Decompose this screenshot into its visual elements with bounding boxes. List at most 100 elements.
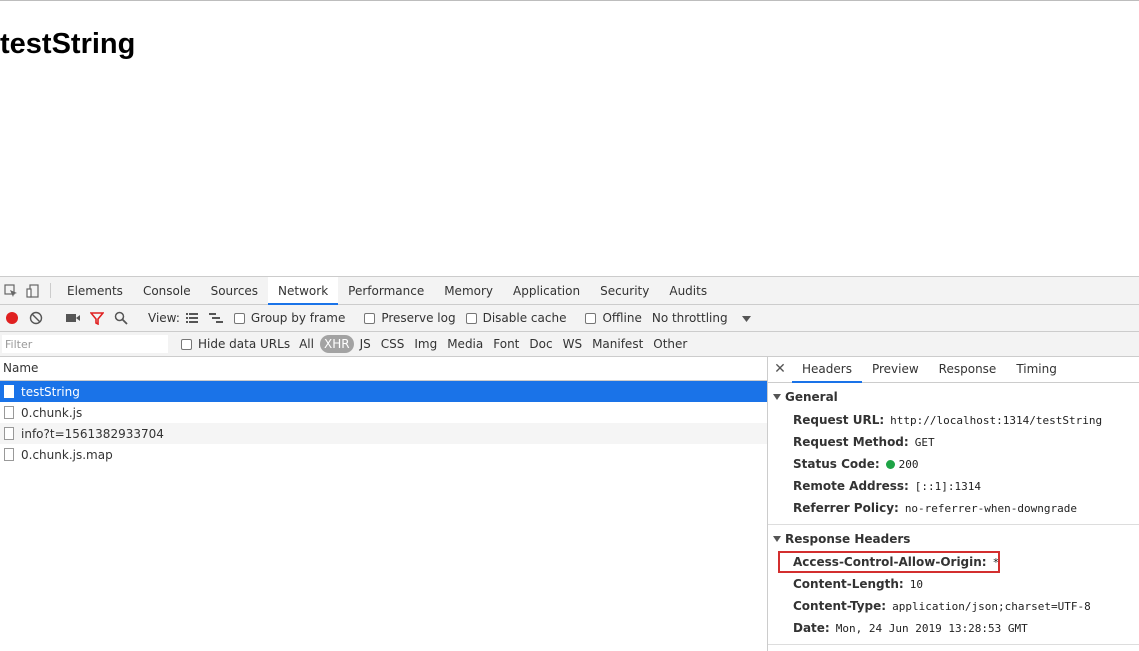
search-icon[interactable] [109, 305, 133, 331]
tab-security[interactable]: Security [590, 277, 659, 304]
request-name: 0.chunk.js.map [21, 447, 113, 462]
request-row[interactable]: info?t=1561382933704 [0, 423, 767, 444]
header-value: GET [914, 435, 935, 449]
tab-performance[interactable]: Performance [338, 277, 434, 304]
file-icon [4, 448, 14, 461]
request-name: 0.chunk.js [21, 405, 83, 420]
hide-data-urls-checkbox[interactable]: Hide data URLs [181, 337, 290, 351]
offline-checkbox[interactable]: Offline [585, 311, 642, 325]
highlight-annotation-box [778, 551, 1000, 573]
file-icon [4, 427, 14, 440]
checkbox-box[interactable] [181, 338, 192, 350]
header-row: Referrer Policy: no-referrer-when-downgr… [768, 497, 1139, 519]
group-by-frame-checkbox[interactable]: Group by frame [233, 311, 346, 325]
response-headers-toggle[interactable]: Response Headers [768, 532, 1139, 546]
header-value: Mon, 24 Jun 2019 13:28:53 GMT [835, 621, 1028, 635]
page-heading: testString [0, 28, 136, 60]
tab-network[interactable]: Network [268, 277, 339, 305]
file-icon [4, 406, 14, 419]
preserve-log-checkbox[interactable]: Preserve log [364, 311, 456, 325]
tab-elements[interactable]: Elements [57, 277, 133, 304]
checkbox-box[interactable] [364, 312, 376, 324]
header-value: application/json;charset=UTF-8 [892, 599, 1091, 613]
checkbox-box[interactable] [585, 312, 597, 324]
type-filter-all[interactable]: All [295, 335, 318, 353]
header-row: Content-Length: 10 [768, 573, 1139, 595]
disable-cache-checkbox[interactable]: Disable cache [465, 311, 567, 325]
type-filter-img[interactable]: Img [410, 335, 441, 353]
devtools-tabbar: Elements Console Sources Network Perform… [0, 277, 1139, 305]
tab-sources[interactable]: Sources [201, 277, 268, 304]
throttling-select[interactable]: No throttling [652, 311, 751, 325]
request-name: info?t=1561382933704 [21, 426, 164, 441]
header-row: Status Code: 200 [768, 453, 1139, 475]
tab-memory[interactable]: Memory [434, 277, 503, 304]
request-row[interactable]: 0.chunk.js.map [0, 444, 767, 465]
tab-application[interactable]: Application [503, 277, 590, 304]
header-value: 10 [909, 577, 923, 591]
general-section-toggle[interactable]: General [768, 390, 1139, 404]
section-title: General [785, 390, 838, 404]
request-detail-pane: ✕ Headers Preview Response Timing Genera… [768, 356, 1139, 651]
throttling-value: No throttling [651, 311, 728, 325]
tab-console[interactable]: Console [133, 277, 201, 304]
header-row: Date: Mon, 24 Jun 2019 13:28:53 GMT [768, 617, 1139, 639]
filter-icon[interactable] [85, 305, 109, 331]
screenshot-camera-icon[interactable] [61, 305, 85, 331]
header-key: Request URL: [793, 413, 885, 427]
header-row: Remote Address: [::1]:1314 [768, 475, 1139, 497]
network-toolbar: View: Group by frame Preserve log Disabl… [0, 305, 1139, 332]
type-filter-js[interactable]: JS [356, 335, 375, 353]
header-row: Request Method: GET [768, 431, 1139, 453]
header-row: Request URL: http://localhost:1314/testS… [768, 409, 1139, 431]
large-rows-icon[interactable] [180, 305, 204, 331]
section-title: Response Headers [785, 532, 911, 546]
close-icon[interactable]: ✕ [768, 356, 792, 382]
name-column-header[interactable]: Name [0, 356, 767, 381]
type-filter-xhr[interactable]: XHR [319, 335, 354, 353]
tab-preview[interactable]: Preview [862, 356, 929, 382]
expand-triangle-icon [773, 536, 781, 542]
checkbox-box[interactable] [233, 312, 245, 324]
overview-waterfall-icon[interactable] [204, 305, 228, 331]
request-row[interactable]: 0.chunk.js [0, 402, 767, 423]
header-key: Remote Address: [793, 479, 909, 493]
header-key: Request Method: [793, 435, 909, 449]
type-filter-css[interactable]: CSS [377, 335, 409, 353]
type-filter-media[interactable]: Media [443, 335, 487, 353]
header-key: Referrer Policy: [793, 501, 899, 515]
record-button[interactable] [0, 305, 24, 331]
request-name: testString [21, 384, 80, 399]
tab-response[interactable]: Response [929, 356, 1007, 382]
view-label: View: [148, 311, 180, 325]
offline-label: Offline [602, 311, 642, 325]
type-filter-manifest[interactable]: Manifest [588, 335, 647, 353]
group-by-frame-label: Group by frame [250, 311, 346, 325]
type-filter-doc[interactable]: Doc [525, 335, 556, 353]
disable-cache-label: Disable cache [482, 311, 567, 325]
expand-triangle-icon [773, 394, 781, 400]
tab-headers[interactable]: Headers [792, 356, 862, 383]
top-border [0, 0, 1139, 1]
tab-audits[interactable]: Audits [659, 277, 717, 304]
clear-icon[interactable] [24, 305, 48, 331]
dropdown-arrow-icon [741, 311, 751, 325]
header-key: Status Code: [793, 457, 880, 471]
type-filter-font[interactable]: Font [489, 335, 523, 353]
header-value: [::1]:1314 [914, 479, 982, 493]
filter-input[interactable] [2, 335, 168, 353]
header-value: 200 [898, 457, 919, 471]
header-key: Content-Type: [793, 599, 887, 613]
detail-tabbar: ✕ Headers Preview Response Timing [768, 356, 1139, 383]
tab-timing[interactable]: Timing [1006, 356, 1067, 382]
checkbox-box[interactable] [465, 312, 477, 324]
type-filter-other[interactable]: Other [649, 335, 691, 353]
device-toolbar-icon[interactable] [22, 277, 44, 304]
filter-bar: Hide data URLs All XHR JS CSS Img Media … [0, 332, 1139, 357]
type-filter-ws[interactable]: WS [559, 335, 586, 353]
inspect-element-icon[interactable] [0, 277, 22, 304]
request-row[interactable]: testString [0, 381, 767, 402]
file-icon [4, 385, 14, 398]
request-list: Name testString 0.chunk.js info?t=156138… [0, 356, 768, 651]
header-value: http://localhost:1314/testString [890, 413, 1103, 427]
